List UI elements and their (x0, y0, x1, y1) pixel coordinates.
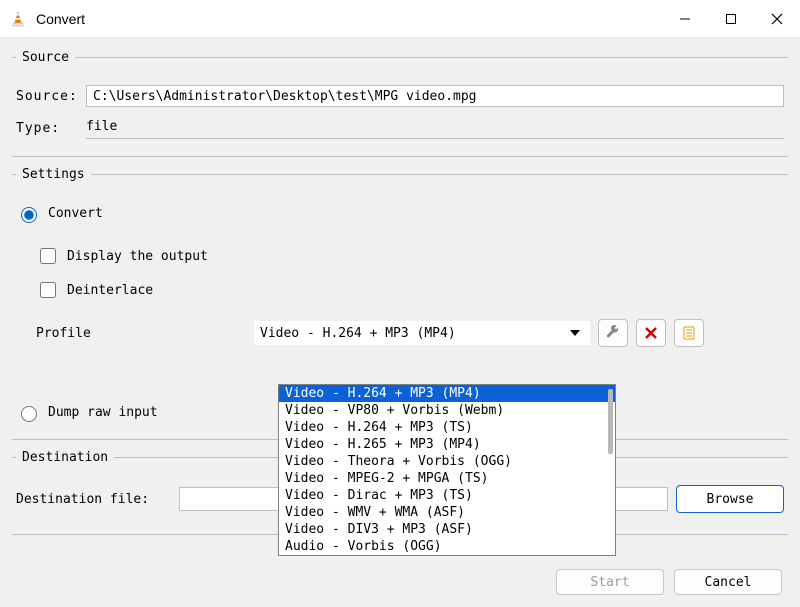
source-label: Source: (16, 89, 86, 104)
maximize-button[interactable] (708, 0, 754, 38)
display-output-checkbox[interactable] (40, 248, 56, 264)
new-profile-button[interactable] (674, 319, 704, 347)
dropdown-item[interactable]: Video - WMV + WMA (ASF) (279, 504, 615, 521)
profile-selected-text: Video - H.264 + MP3 (MP4) (260, 326, 456, 341)
dump-raw-label: Dump raw input (48, 405, 158, 420)
browse-button[interactable]: Browse (676, 485, 784, 513)
profile-select[interactable]: Video - H.264 + MP3 (MP4) (254, 321, 590, 345)
dropdown-item[interactable]: Video - H.264 + MP3 (TS) (279, 419, 615, 436)
dropdown-item[interactable]: Video - MPEG-2 + MPGA (TS) (279, 470, 615, 487)
display-output-label: Display the output (67, 249, 208, 264)
convert-radio[interactable] (21, 207, 37, 223)
edit-profile-button[interactable] (598, 319, 628, 347)
destination-file-label: Destination file: (16, 492, 171, 507)
convert-label: Convert (48, 206, 103, 221)
dropdown-item[interactable]: Video - VP80 + Vorbis (Webm) (279, 402, 615, 419)
title-bar: Convert (0, 0, 800, 38)
source-path: C:\Users\Administrator\Desktop\test\MPG … (86, 85, 784, 107)
source-group: Source Source: C:\Users\Administrator\De… (12, 50, 788, 157)
dropdown-item[interactable]: Audio - Vorbis (OGG) (279, 538, 615, 555)
dropdown-item[interactable]: Video - Theora + Vorbis (OGG) (279, 453, 615, 470)
cancel-button[interactable]: Cancel (674, 569, 782, 595)
dropdown-item[interactable]: Video - Dirac + MP3 (TS) (279, 487, 615, 504)
dropdown-item[interactable]: Video - H.265 + MP3 (MP4) (279, 436, 615, 453)
profile-dropdown[interactable]: Video - H.264 + MP3 (MP4) Video - VP80 +… (278, 384, 616, 556)
minimize-button[interactable] (662, 0, 708, 38)
dropdown-item[interactable]: Video - H.264 + MP3 (MP4) (279, 385, 615, 402)
type-label: Type: (16, 121, 86, 136)
start-button[interactable]: Start (556, 569, 664, 595)
deinterlace-checkbox[interactable] (40, 282, 56, 298)
new-file-icon (681, 325, 697, 341)
source-legend: Source (16, 50, 75, 65)
dropdown-item[interactable]: Video - DIV3 + MP3 (ASF) (279, 521, 615, 538)
window-title: Convert (36, 11, 662, 27)
delete-profile-button[interactable] (636, 319, 666, 347)
vlc-icon (8, 9, 28, 29)
type-value: file (86, 117, 784, 139)
dump-raw-radio[interactable] (21, 406, 37, 422)
footer-buttons: Start Cancel (556, 569, 782, 595)
profile-label: Profile (36, 326, 246, 341)
settings-legend: Settings (16, 167, 91, 182)
chevron-down-icon (570, 330, 580, 336)
close-button[interactable] (754, 0, 800, 38)
x-icon (644, 326, 658, 340)
deinterlace-label: Deinterlace (67, 283, 153, 298)
destination-legend: Destination (16, 450, 114, 465)
wrench-icon (605, 325, 621, 341)
